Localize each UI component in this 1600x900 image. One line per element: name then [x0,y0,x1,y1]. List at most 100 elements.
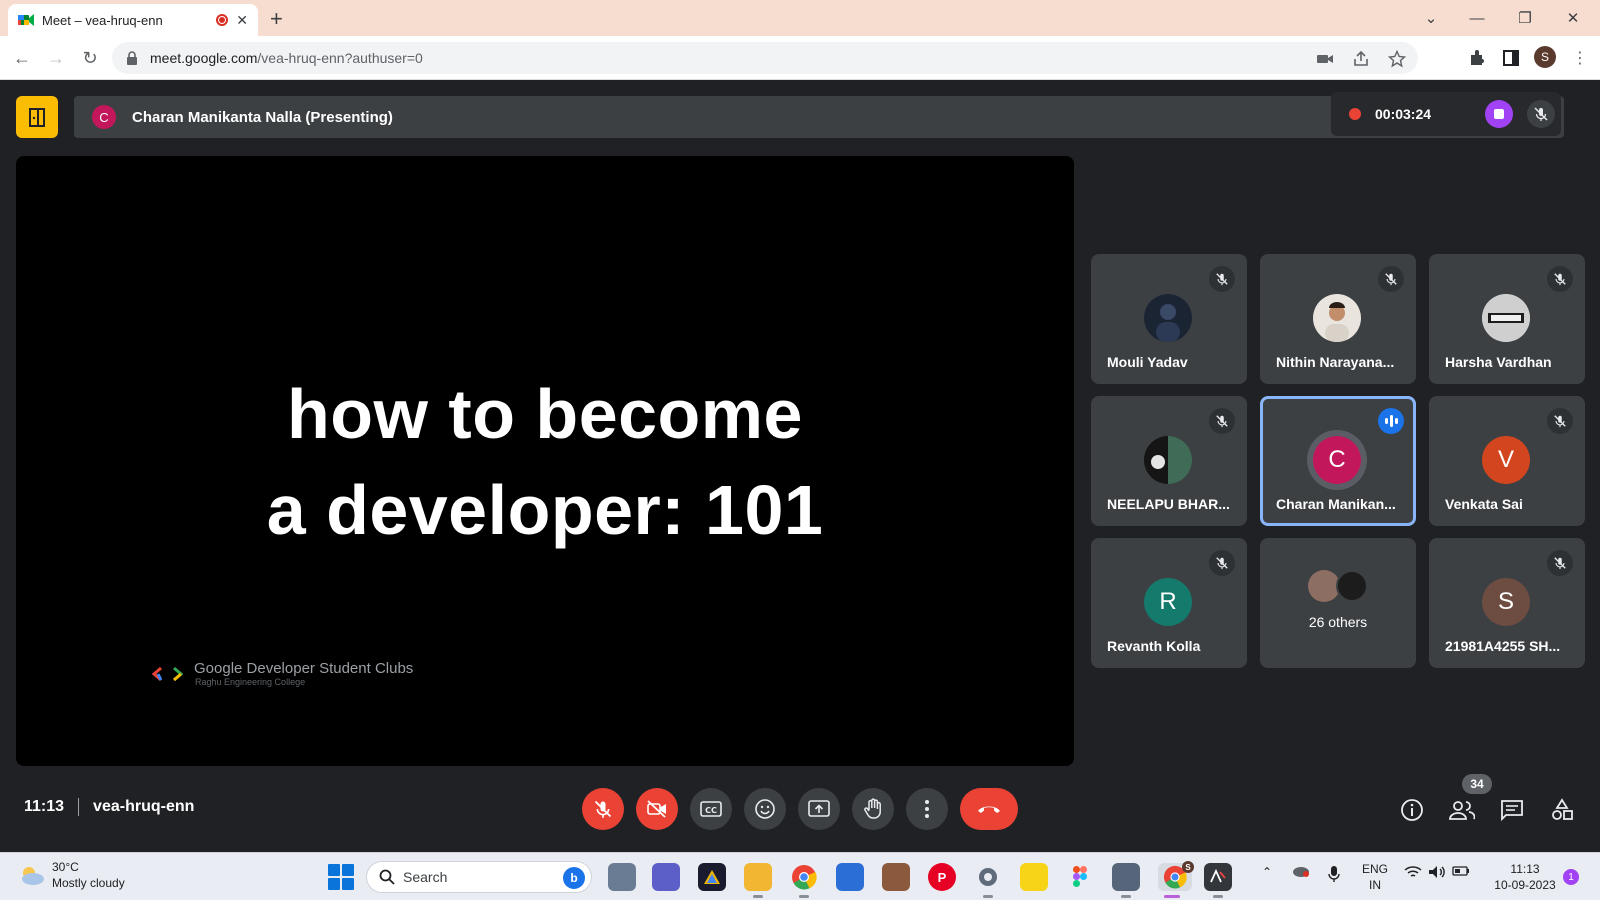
chrome-icon[interactable] [790,863,818,898]
weather-temp: 30°C [52,860,79,874]
browser-tab-meet[interactable]: Meet – vea-hruq-enn ✕ [8,4,258,36]
people-button[interactable] [1448,796,1476,824]
volume-icon[interactable] [1428,865,1446,879]
leave-call-button[interactable] [960,788,1018,830]
participant-name: Venkata Sai [1445,496,1523,512]
teams-chat-icon[interactable] [652,863,680,891]
onedrive-icon[interactable] [1292,865,1310,877]
participant-tile[interactable]: V Venkata Sai [1429,396,1585,526]
side-panel-icon[interactable] [1502,49,1520,67]
tab-close-icon[interactable]: ✕ [236,12,248,29]
meeting-info: 11:13 vea-hruq-enn [24,798,194,816]
gdsc-name: Google Developer Student Clubs [194,660,414,677]
recording-indicator-icon [216,14,229,26]
mic-off-icon [1209,266,1235,292]
chrome-profile-icon[interactable]: S [1158,861,1194,898]
share-icon[interactable] [1352,50,1370,68]
gdsc-college: Raghu Engineering College [195,677,306,687]
participant-tile[interactable]: Nithin Narayana... [1260,254,1416,384]
arc-app-icon[interactable] [698,863,726,891]
people-icon [1449,801,1475,820]
participant-avatar: R [1144,578,1192,626]
sticky-notes-icon[interactable] [1020,863,1048,891]
activities-button[interactable] [16,96,58,138]
smiley-icon [755,799,775,819]
others-tile[interactable]: 26 others [1260,538,1416,668]
system-date: 10-09-2023 [1494,878,1556,892]
windows-taskbar: 30°C Mostly cloudy Search b P S ⌃ ENG IN… [0,852,1600,900]
captions-button[interactable]: CC [690,788,732,830]
close-window-button[interactable]: ✕ [1550,4,1596,32]
address-bar[interactable]: meet.google.com/vea-hruq-enn?authuser=0 [112,42,1418,74]
profile-avatar[interactable]: S [1534,46,1556,68]
slide-title-line-2: a developer: 101 [266,471,824,549]
minimize-button[interactable]: — [1454,4,1500,32]
more-options-button[interactable] [906,788,948,830]
participant-name: Revanth Kolla [1107,638,1201,654]
svg-text:CC: CC [705,806,717,815]
browser-menu-icon[interactable]: ⋮ [1566,44,1594,72]
participant-tile[interactable]: Harsha Vardhan [1429,254,1585,384]
closed-captions-icon: CC [700,801,722,817]
back-button[interactable]: ← [8,44,36,72]
participant-name: NEELAPU BHAR... [1107,496,1230,512]
file-explorer-icon[interactable] [744,863,772,898]
participant-photo [1144,294,1192,342]
presenter-avatar: C [92,105,116,129]
activities-panel-button[interactable] [1548,796,1576,824]
reload-button[interactable]: ↻ [76,44,104,72]
settings-gear-icon[interactable] [974,863,1002,898]
restore-button[interactable]: ❐ [1502,4,1548,32]
stop-recording-button[interactable] [1485,100,1513,128]
pinterest-icon[interactable]: P [928,863,956,891]
chat-button[interactable] [1498,796,1526,824]
camera-permission-icon[interactable] [1316,50,1334,68]
weather-widget[interactable]: 30°C Mostly cloudy [18,859,125,891]
camera-app-icon[interactable] [1112,863,1140,898]
search-icon [379,869,395,885]
meeting-clock: 11:13 [24,798,65,815]
participant-tile[interactable]: Mouli Yadav [1091,254,1247,384]
new-tab-button[interactable]: + [270,6,283,32]
notification-badge[interactable]: 1 [1563,869,1579,885]
battery-icon[interactable] [1452,865,1470,877]
participant-tile[interactable]: NEELAPU BHAR... [1091,396,1247,526]
system-clock[interactable]: 11:13 10-09-2023 [1490,861,1560,893]
dev-app-icon[interactable] [1204,863,1232,898]
wifi-icon[interactable] [1404,865,1422,879]
language-indicator[interactable]: ENG IN [1362,861,1388,893]
recorder-mic-off-icon[interactable] [1527,100,1555,128]
recording-dot-icon [1349,108,1361,120]
start-button[interactable] [328,864,354,890]
reactions-button[interactable] [744,788,786,830]
recording-timer: 00:03:24 [1375,106,1432,122]
lock-icon [127,51,137,65]
bing-icon[interactable]: b [563,867,585,889]
participant-tile[interactable]: R Revanth Kolla [1091,538,1247,668]
photo-app-icon[interactable] [882,863,910,891]
forward-button[interactable]: → [42,44,70,72]
tab-search-icon[interactable]: ⌄ [1408,4,1454,32]
taskbar-search-box[interactable]: Search b [366,861,592,893]
gdsc-brackets-icon [152,666,184,681]
show-hidden-icons-chevron-icon[interactable]: ⌃ [1262,865,1272,879]
gdsc-logo: Google Developer Student Clubs Raghu Eng… [152,660,413,687]
participant-tile-active-speaker[interactable]: C Charan Manikan... [1260,396,1416,526]
mic-off-icon [1378,266,1404,292]
system-time: 11:13 [1510,862,1540,876]
task-view-icon[interactable] [608,863,636,891]
meeting-details-button[interactable] [1398,796,1426,824]
figma-icon[interactable] [1066,863,1094,891]
participant-avatar: S [1482,578,1530,626]
others-count-label: 26 others [1308,614,1368,630]
extensions-icon[interactable] [1468,49,1486,67]
bookmark-star-icon[interactable] [1388,50,1406,68]
participant-tile[interactable]: S 21981A4255 SH... [1429,538,1585,668]
mic-toggle-button[interactable] [582,788,624,830]
shapes-icon [1552,798,1573,820]
raise-hand-button[interactable] [852,788,894,830]
camera-toggle-button[interactable] [636,788,678,830]
microphone-in-use-icon[interactable] [1328,865,1340,883]
microsoft-store-icon[interactable] [836,863,864,891]
present-screen-button[interactable] [798,788,840,830]
